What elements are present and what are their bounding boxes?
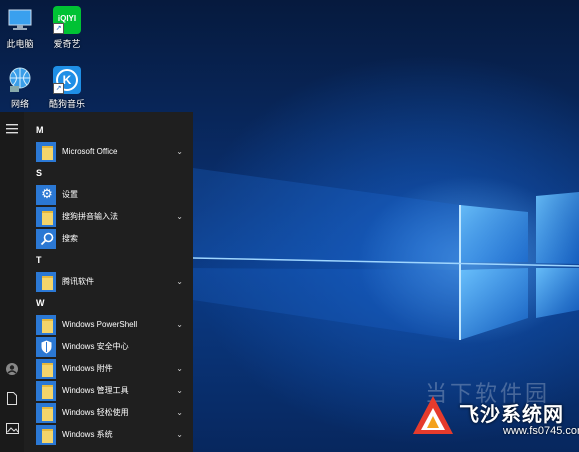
folder-icon (36, 359, 56, 379)
app-list-item-label: Windows 安全中心 (62, 342, 129, 351)
app-list-item[interactable]: Windows PowerShell ⌄ (34, 315, 191, 335)
chevron-down-icon[interactable]: ⌄ (176, 272, 183, 292)
computer-icon (6, 6, 34, 34)
shortcut-arrow-icon: ↗ (53, 83, 64, 94)
start-menu: M Microsoft Office ⌄ S ⚙ 设置 搜狗拼音输入法 ⌄ 搜索 T 腾讯软件 ⌄ W W… (0, 112, 193, 452)
start-menu-rail (0, 112, 24, 452)
app-list-item-label: Windows PowerShell (62, 320, 138, 329)
network-icon (6, 66, 34, 94)
start-menu-app-list: M Microsoft Office ⌄ S ⚙ 设置 搜狗拼音输入法 ⌄ 搜索 T 腾讯软件 ⌄ W W… (24, 112, 193, 452)
folder-shape (42, 211, 53, 225)
iqiyi-logo-text: iQIYI (57, 14, 77, 23)
shield-glyph (41, 340, 52, 354)
watermark-logo-icon (413, 396, 453, 434)
app-list-item[interactable]: 搜索 (34, 229, 191, 249)
app-list-item-label: 搜狗拼音输入法 (62, 212, 118, 221)
app-list-item[interactable]: Windows 轻松使用 ⌄ (34, 403, 191, 423)
watermark-site-url: www.fs0745.com (503, 425, 579, 437)
app-list-item[interactable]: Windows 安全中心 (34, 337, 191, 357)
chevron-down-icon[interactable]: ⌄ (176, 359, 183, 379)
shield-icon (36, 337, 56, 357)
folder-icon (36, 142, 56, 162)
chevron-down-icon[interactable]: ⌄ (176, 403, 183, 423)
app-list-item-label: Windows 附件 (62, 364, 113, 373)
folder-icon (36, 315, 56, 335)
gear-glyph: ⚙ (41, 186, 53, 201)
folder-shape (42, 319, 53, 333)
folder-icon (36, 425, 56, 445)
site-watermark: 当下软件园 飞沙系统网 www.fs0745.com (403, 378, 579, 452)
app-list-item-label: 设置 (62, 190, 78, 199)
desktop-icon-label: 爱奇艺 (53, 39, 81, 49)
app-list-item-label: Windows 管理工具 (62, 386, 129, 395)
folder-shape (42, 363, 53, 377)
chevron-down-icon[interactable]: ⌄ (176, 207, 183, 227)
shortcut-arrow-icon: ↗ (53, 23, 64, 34)
desktop-icon-kugou-music[interactable]: K ↗ 酷狗音乐 (41, 66, 93, 110)
hamburger-menu-icon[interactable] (4, 122, 20, 138)
chevron-down-icon[interactable]: ⌄ (176, 381, 183, 401)
folder-shape (42, 385, 53, 399)
section-letter-w[interactable]: W (36, 298, 45, 308)
chevron-down-icon[interactable]: ⌄ (176, 315, 183, 335)
gear-icon: ⚙ (36, 185, 56, 205)
folder-shape (42, 276, 53, 290)
chevron-down-icon[interactable]: ⌄ (176, 142, 183, 162)
desktop-icon-network[interactable]: 网络 (0, 66, 46, 110)
folder-shape (42, 146, 53, 160)
app-list-item-label: 搜索 (62, 234, 78, 243)
folder-icon (36, 272, 56, 292)
app-list-item-label: 腾讯软件 (62, 277, 94, 286)
iqiyi-icon: iQIYI ↗ (53, 6, 81, 34)
chevron-down-icon[interactable]: ⌄ (176, 425, 183, 445)
app-list-item[interactable]: Windows 系统 ⌄ (34, 425, 191, 445)
app-list-item[interactable]: Windows 管理工具 ⌄ (34, 381, 191, 401)
app-list-item[interactable]: 腾讯软件 ⌄ (34, 272, 191, 292)
folder-icon (36, 207, 56, 227)
documents-icon[interactable] (4, 392, 20, 408)
folder-icon (36, 381, 56, 401)
search-icon (36, 229, 56, 249)
desktop-icon-iqiyi[interactable]: iQIYI ↗ 爱奇艺 (41, 6, 93, 50)
app-list-item[interactable]: ⚙ 设置 (34, 185, 191, 205)
desktop-icon-label: 网络 (10, 99, 29, 109)
desktop-icon-label: 酷狗音乐 (48, 99, 85, 109)
app-list-item-label: Windows 轻松使用 (62, 408, 129, 417)
pictures-icon[interactable] (4, 422, 20, 438)
app-list-item[interactable]: Windows 附件 ⌄ (34, 359, 191, 379)
folder-shape (42, 407, 53, 421)
app-list-item-label: Microsoft Office (62, 147, 118, 156)
folder-shape (42, 429, 53, 443)
folder-icon (36, 403, 56, 423)
section-letter-t[interactable]: T (36, 255, 42, 265)
app-list-item[interactable]: 搜狗拼音输入法 ⌄ (34, 207, 191, 227)
desktop-icon-label: 此电脑 (6, 39, 34, 49)
section-letter-m[interactable]: M (36, 125, 44, 135)
kugou-icon: K ↗ (53, 66, 81, 94)
desktop-icon-this-pc[interactable]: 此电脑 (0, 6, 46, 50)
user-avatar-icon[interactable] (4, 362, 20, 378)
section-letter-s[interactable]: S (36, 168, 42, 178)
app-list-item[interactable]: Microsoft Office ⌄ (34, 142, 191, 162)
watermark-site-name: 飞沙系统网 (459, 404, 564, 426)
app-list-item-label: Windows 系统 (62, 430, 113, 439)
search-glyph (40, 232, 54, 246)
